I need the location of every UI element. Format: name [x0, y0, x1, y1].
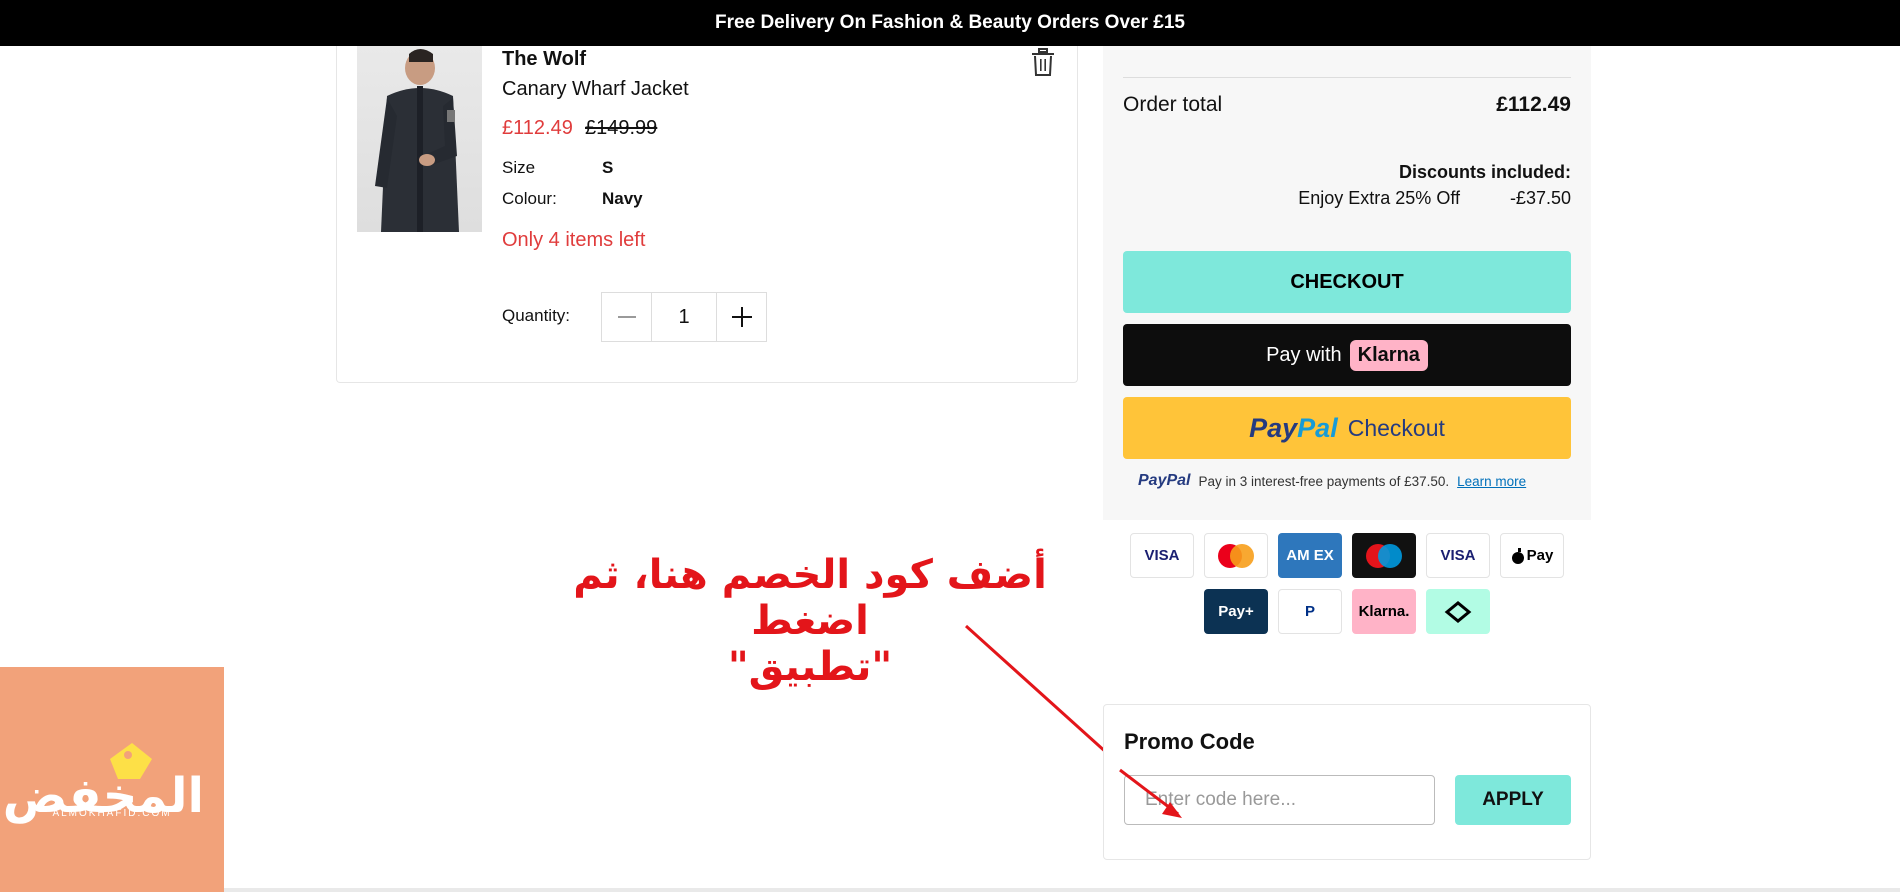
banner-overlay: Free Delivery On Fashion & Beauty Orders…	[0, 0, 1900, 46]
banner-overlay-text: Free Delivery On Fashion & Beauty Orders…	[715, 12, 1185, 33]
logo-subtext: ALMOKHAFID.COM	[52, 808, 172, 819]
bottom-border	[224, 888, 1900, 892]
annotation-arrow-head-overlay	[1119, 768, 1182, 818]
